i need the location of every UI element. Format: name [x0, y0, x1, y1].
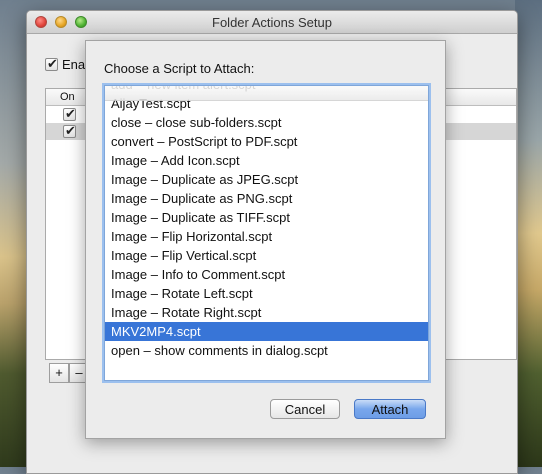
script-list-item[interactable]: Image – Flip Vertical.scpt — [105, 246, 428, 265]
script-list-item[interactable]: Image – Duplicate as JPEG.scpt — [105, 170, 428, 189]
choose-script-sheet: Choose a Script to Attach: add – new ite… — [85, 40, 446, 439]
row-checkbox[interactable] — [63, 123, 76, 139]
sheet-prompt: Choose a Script to Attach: — [104, 61, 255, 76]
script-list-item[interactable]: convert – PostScript to PDF.scpt — [105, 132, 428, 151]
attach-button[interactable]: Attach — [354, 399, 426, 419]
enable-checkbox[interactable] — [45, 56, 58, 72]
add-folder-button[interactable]: + — [49, 363, 69, 383]
script-list-item[interactable]: Image – Info to Comment.scpt — [105, 265, 428, 284]
enable-folder-actions[interactable]: Ena — [45, 56, 86, 72]
row-checkbox[interactable] — [63, 106, 76, 122]
enable-label: Ena — [62, 57, 86, 72]
script-list[interactable]: add – new item alert.scptAijayTest.scptc… — [104, 85, 429, 381]
script-list-item[interactable]: Image – Duplicate as PNG.scpt — [105, 189, 428, 208]
cancel-button[interactable]: Cancel — [270, 399, 340, 419]
script-list-items: add – new item alert.scptAijayTest.scptc… — [105, 86, 428, 360]
script-list-item[interactable]: Image – Add Icon.scpt — [105, 151, 428, 170]
script-list-item[interactable]: Image – Flip Horizontal.scpt — [105, 227, 428, 246]
title-bar: Folder Actions Setup — [27, 11, 517, 34]
script-list-item[interactable]: Image – Rotate Right.scpt — [105, 303, 428, 322]
table-controls: + – — [49, 363, 89, 383]
script-list-item[interactable]: open – show comments in dialog.scpt — [105, 341, 428, 360]
desktop-background — [515, 0, 542, 467]
script-list-item[interactable]: Image – Rotate Left.scpt — [105, 284, 428, 303]
script-list-item[interactable]: Image – Duplicate as TIFF.scpt — [105, 208, 428, 227]
window-title: Folder Actions Setup — [212, 15, 332, 30]
script-list-item[interactable]: close – close sub-folders.scpt — [105, 113, 428, 132]
list-scroll-header — [105, 86, 428, 101]
script-list-item[interactable]: MKV2MP4.scpt — [105, 322, 428, 341]
